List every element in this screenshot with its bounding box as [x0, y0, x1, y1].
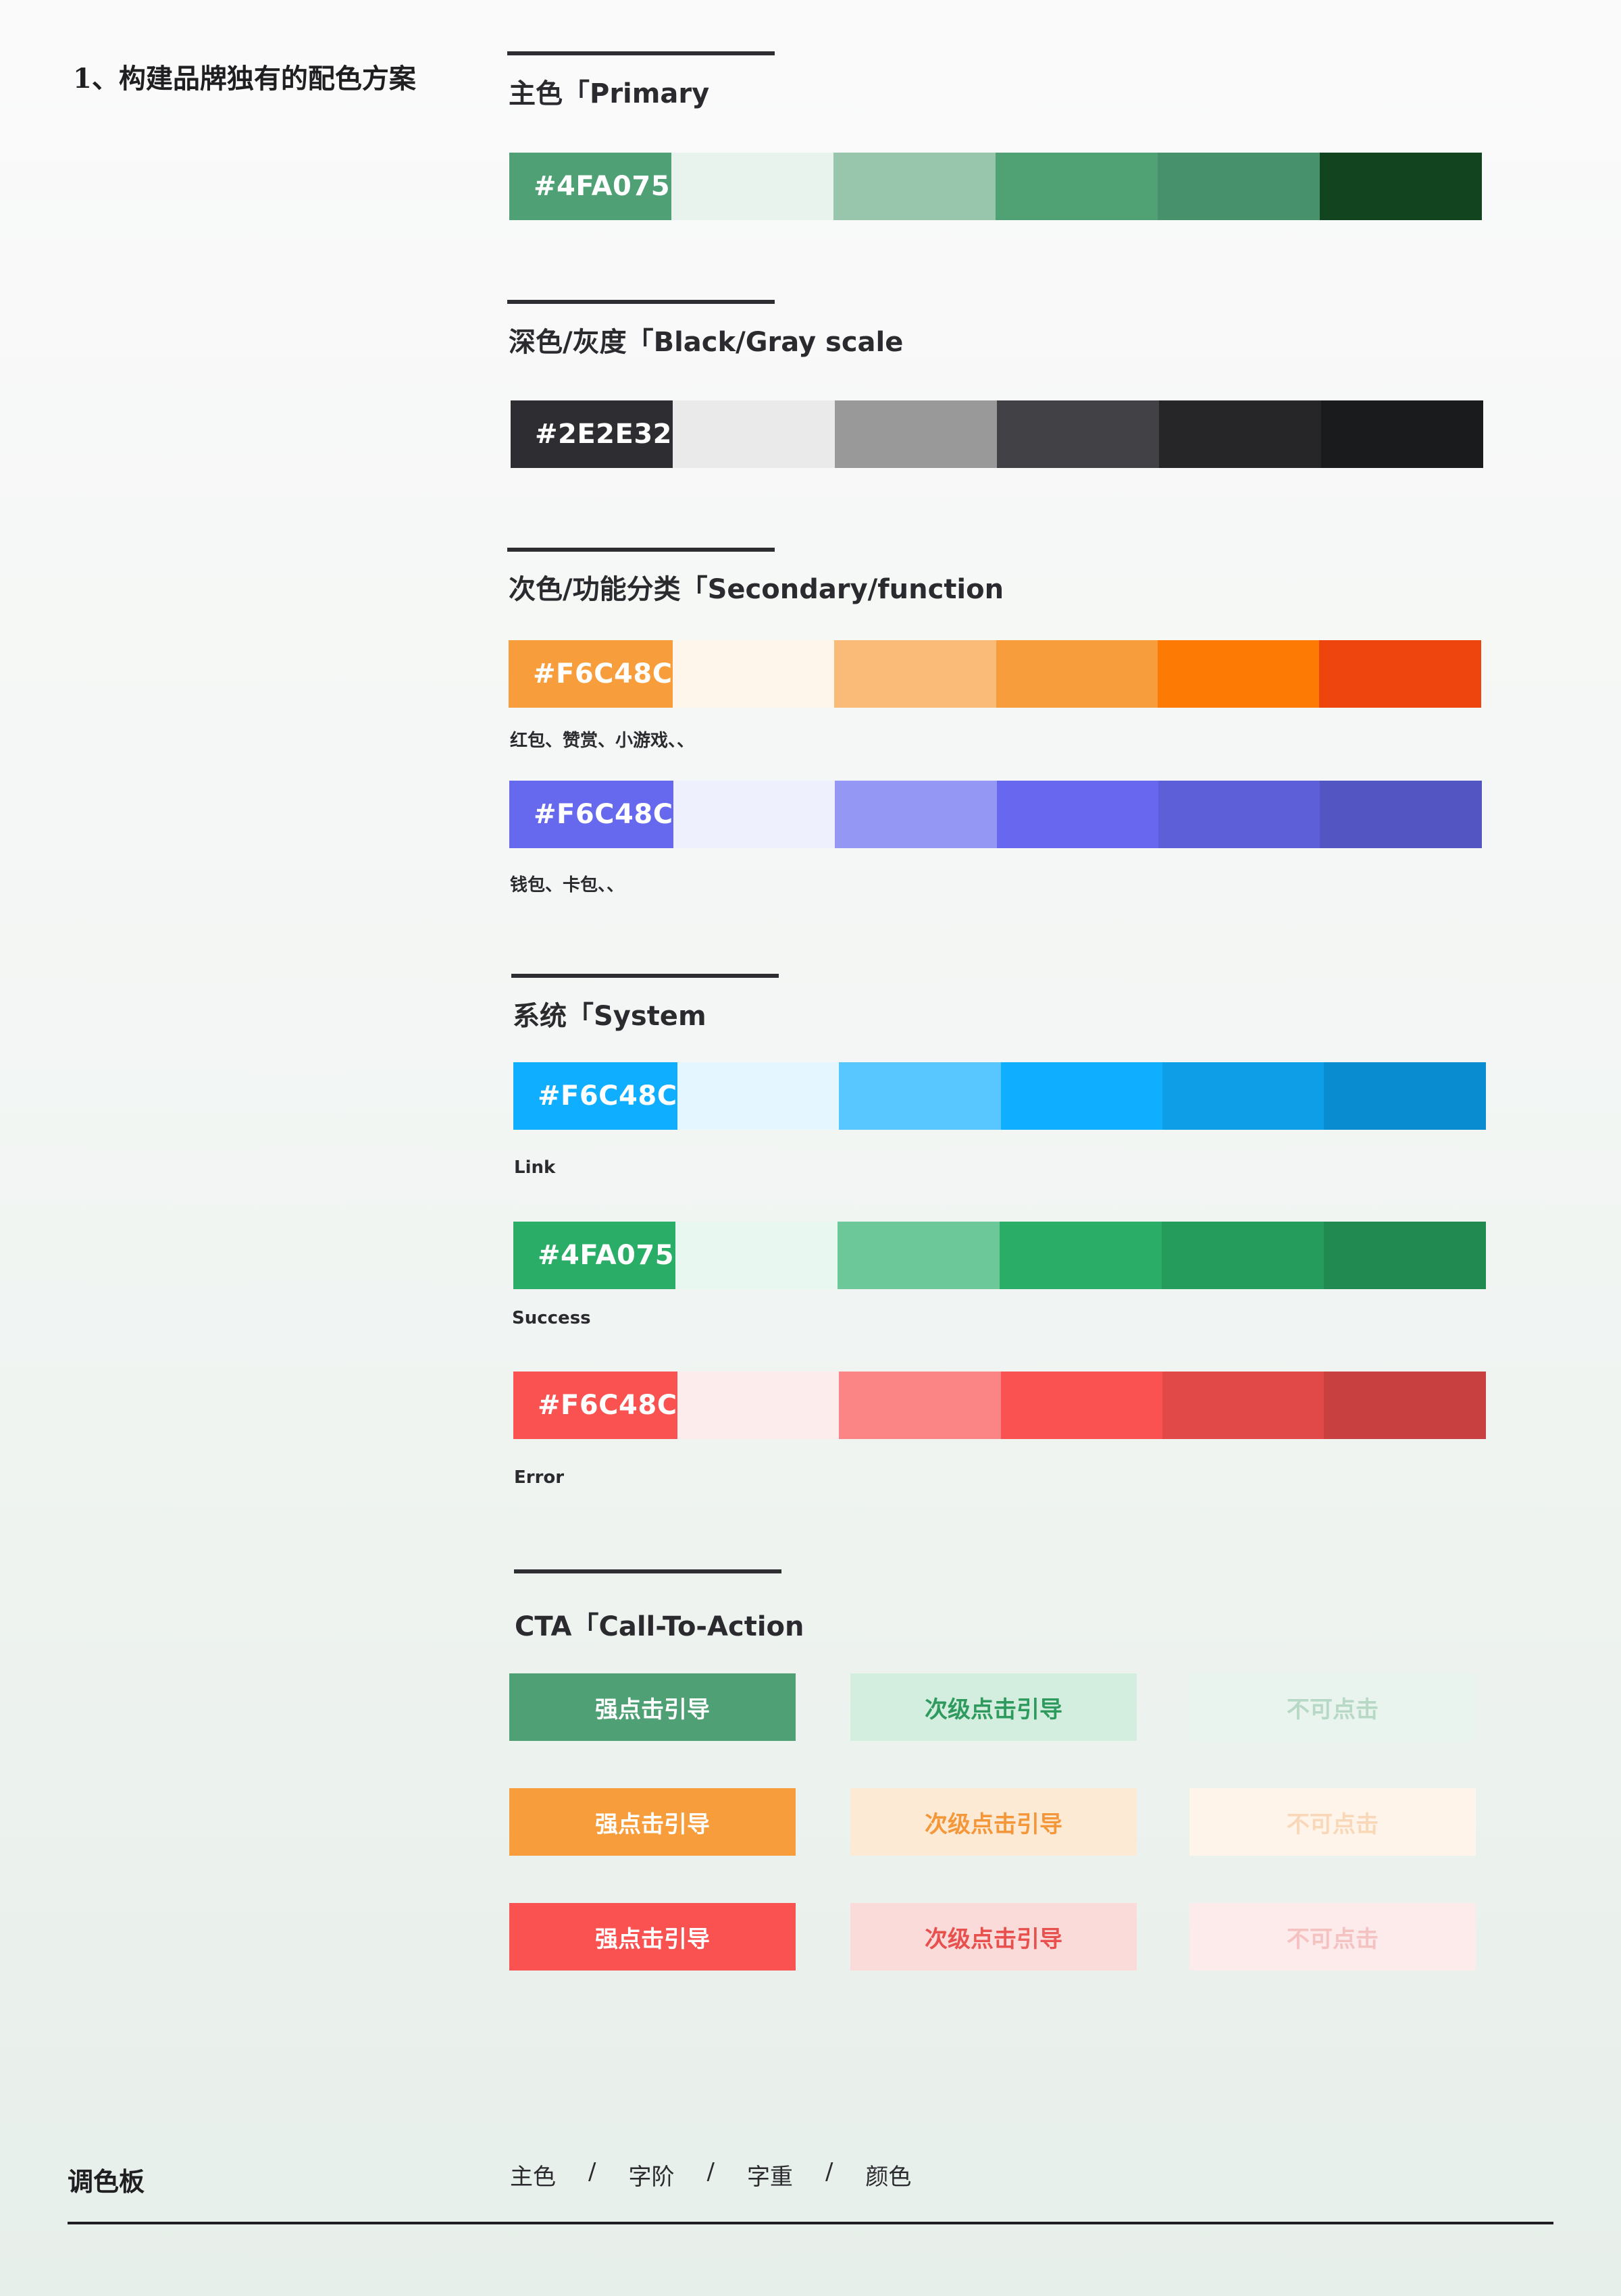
swatch-hex-label: #2E2E32 — [535, 419, 672, 450]
palette-system-link: #F6C48C — [513, 1062, 1486, 1130]
swatch-shade — [1162, 1062, 1324, 1130]
swatch-shade — [1321, 400, 1483, 468]
swatch-shade — [675, 1222, 838, 1289]
footer-nav-separator: / — [825, 2158, 833, 2185]
footer-nav-item-color[interactable]: 颜色 — [865, 2158, 911, 2191]
cta-disabled-button: 不可点击 — [1189, 1673, 1476, 1741]
section-title-secondary: 次色/功能分类「Secondary/function — [509, 574, 1004, 605]
swatch-hex-label: #F6C48C — [538, 1080, 677, 1112]
palette-gray: #2E2E32 — [511, 400, 1483, 468]
section-title-system: 系统「System — [513, 1001, 706, 1032]
swatch-hex-label: #F6C48C — [534, 799, 673, 830]
swatch-base: #F6C48C — [509, 640, 673, 708]
swatch-shade — [672, 640, 835, 708]
swatch-shade — [839, 1062, 1001, 1130]
swatch-shade — [833, 153, 996, 220]
swatch-base: #F6C48C — [513, 1062, 677, 1130]
swatch-shade — [677, 1372, 840, 1439]
swatch-base: #F6C48C — [513, 1372, 677, 1439]
footer-nav-separator: / — [588, 2158, 596, 2185]
palette-note-success: Success — [512, 1308, 591, 1328]
section-divider — [507, 51, 775, 55]
footer-nav-separator: / — [706, 2158, 715, 2185]
swatch-shade — [1000, 1372, 1162, 1439]
palette-note-link: Link — [514, 1157, 556, 1178]
palette-note-orange: 红包、赞赏、小游戏、、 — [510, 731, 695, 751]
section-divider — [507, 548, 775, 552]
cta-row: 强点击引导 次级点击引导 不可点击 — [509, 1903, 1476, 1971]
cta-secondary-button[interactable]: 次级点击引导 — [850, 1788, 1137, 1856]
swatch-hex-label: #F6C48C — [533, 658, 673, 689]
swatch-shade — [996, 781, 1158, 848]
swatch-shade — [835, 400, 997, 468]
section-divider — [514, 1569, 781, 1573]
swatch-shade — [677, 1062, 840, 1130]
palette-primary: #4FA075 — [509, 153, 1482, 220]
cta-primary-button[interactable]: 强点击引导 — [509, 1903, 796, 1971]
swatch-shade — [834, 640, 996, 708]
cta-primary-button[interactable]: 强点击引导 — [509, 1673, 796, 1741]
swatch-shade — [1162, 1372, 1324, 1439]
swatch-shade — [835, 781, 997, 848]
section-title-primary: 主色「Primary — [509, 78, 710, 109]
footer-nav-item-font-weight[interactable]: 字重 — [747, 2158, 793, 2191]
swatch-shade — [1320, 781, 1482, 848]
palette-secondary-purple: #F6C48C — [509, 781, 1482, 848]
swatch-shade — [1320, 153, 1482, 220]
swatch-shade — [1158, 640, 1320, 708]
swatch-shade — [673, 781, 835, 848]
swatch-shade — [1158, 153, 1320, 220]
swatch-shade — [1000, 1062, 1162, 1130]
swatch-base: #4FA075 — [513, 1222, 675, 1289]
palette-note-error: Error — [514, 1467, 565, 1488]
swatch-base: #2E2E32 — [511, 400, 673, 468]
swatch-hex-label: #4FA075 — [534, 171, 671, 202]
section-divider — [507, 300, 775, 304]
swatch-shade — [1162, 1222, 1324, 1289]
cta-disabled-button: 不可点击 — [1189, 1903, 1476, 1971]
section-title-gray: 深色/灰度「Black/Gray scale — [509, 327, 904, 358]
palette-system-success: #4FA075 — [513, 1222, 1486, 1289]
cta-secondary-button[interactable]: 次级点击引导 — [850, 1673, 1137, 1741]
cta-disabled-button: 不可点击 — [1189, 1788, 1476, 1856]
swatch-shade — [1000, 1222, 1162, 1289]
swatch-base: #4FA075 — [509, 153, 671, 220]
swatch-shade — [1324, 1222, 1486, 1289]
footer-nav: 主色 / 字阶 / 字重 / 颜色 — [510, 2158, 911, 2191]
swatch-hex-label: #F6C48C — [538, 1390, 677, 1421]
page-heading: 1、构建品牌独有的配色方案 — [73, 63, 416, 95]
footer-title: 调色板 — [68, 2167, 145, 2197]
footer-divider — [68, 2222, 1553, 2224]
swatch-shade — [839, 1372, 1001, 1439]
swatch-shade — [1324, 1372, 1486, 1439]
palette-note-purple: 钱包、卡包、、 — [510, 875, 625, 895]
swatch-shade — [1158, 781, 1320, 848]
swatch-hex-label: #4FA075 — [538, 1240, 675, 1271]
footer-nav-item-type-scale[interactable]: 字阶 — [628, 2158, 674, 2191]
palette-secondary-orange: #F6C48C — [509, 640, 1481, 708]
swatch-shade — [997, 400, 1159, 468]
swatch-base: #F6C48C — [509, 781, 673, 848]
swatch-shade — [671, 153, 833, 220]
section-title-cta: CTA「Call-To-Action — [515, 1611, 804, 1642]
swatch-shade — [1159, 400, 1321, 468]
swatch-shade — [996, 640, 1158, 708]
swatch-shade — [1319, 640, 1481, 708]
cta-secondary-button[interactable]: 次级点击引导 — [850, 1903, 1137, 1971]
swatch-shade — [838, 1222, 1000, 1289]
footer-nav-item-primary[interactable]: 主色 — [510, 2158, 556, 2191]
swatch-shade — [1324, 1062, 1486, 1130]
cta-row: 强点击引导 次级点击引导 不可点击 — [509, 1673, 1476, 1741]
cta-primary-button[interactable]: 强点击引导 — [509, 1788, 796, 1856]
swatch-shade — [673, 400, 835, 468]
cta-row: 强点击引导 次级点击引导 不可点击 — [509, 1788, 1476, 1856]
section-divider — [511, 974, 779, 978]
swatch-shade — [996, 153, 1158, 220]
palette-system-error: #F6C48C — [513, 1372, 1486, 1439]
